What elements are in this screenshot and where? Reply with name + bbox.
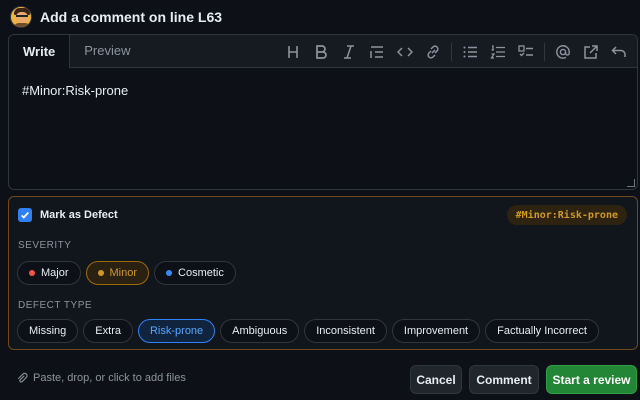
severity-chip-major[interactable]: Major [17, 261, 81, 285]
severity-chip-cosmetic[interactable]: Cosmetic [154, 261, 236, 285]
severity-chip-label: Cosmetic [178, 267, 224, 279]
heading-icon[interactable] [279, 38, 307, 66]
comment-button[interactable]: Comment [469, 365, 539, 394]
attach-files-text: Paste, drop, or click to add files [33, 372, 186, 384]
comment-textarea[interactable]: #Minor:Risk-prone [9, 69, 637, 189]
avatar [10, 6, 32, 28]
resize-handle[interactable] [627, 179, 635, 187]
type-chip-factually-incorrect[interactable]: Factually Incorrect [485, 319, 599, 343]
comment-title: Add a comment on line L63 [40, 9, 223, 25]
type-chip-ambiguous[interactable]: Ambiguous [220, 319, 300, 343]
cancel-button[interactable]: Cancel [410, 365, 462, 394]
type-chip-inconsistent[interactable]: Inconsistent [304, 319, 387, 343]
tab-write[interactable]: Write [9, 35, 71, 68]
toolbar-divider [544, 42, 545, 61]
type-chip-improvement[interactable]: Improvement [391, 319, 481, 343]
severity-chip-minor[interactable]: Minor [85, 261, 150, 285]
defect-type-label: DEFECT TYPE [18, 300, 93, 311]
mention-icon[interactable] [549, 38, 577, 66]
quote-icon[interactable] [363, 38, 391, 66]
paperclip-icon [17, 372, 28, 383]
defect-panel: Mark as Defect #Minor:Risk-prone SEVERIT… [8, 196, 638, 350]
editor-tabbar: Write Preview [9, 35, 637, 68]
italic-icon[interactable] [335, 38, 363, 66]
type-chip-risk-prone[interactable]: Risk-prone [137, 319, 216, 343]
cosmetic-dot-icon [166, 270, 173, 276]
severity-chip-label: Major [41, 267, 69, 279]
bold-icon[interactable] [307, 38, 335, 66]
severity-label: SEVERITY [18, 240, 72, 251]
type-chip-extra[interactable]: Extra [83, 319, 133, 343]
markdown-toolbar [279, 35, 633, 68]
attach-files-hint[interactable]: Paste, drop, or click to add files [16, 372, 186, 384]
severity-options: Major Minor Cosmetic [17, 261, 236, 285]
reference-icon[interactable] [577, 38, 605, 66]
tab-preview[interactable]: Preview [70, 35, 144, 67]
comment-editor: Write Preview #Minor:Risk-prone [8, 34, 638, 190]
severity-chip-label: Minor [109, 267, 138, 279]
defect-tag-badge: #Minor:Risk-prone [506, 205, 627, 225]
defect-type-options: Missing Extra Risk-prone Ambiguous Incon… [17, 319, 599, 343]
minor-dot-icon [97, 270, 104, 276]
mark-as-defect-row: Mark as Defect [18, 208, 118, 222]
numbered-list-icon[interactable] [484, 38, 512, 66]
toolbar-divider [451, 42, 452, 61]
undo-icon[interactable] [605, 38, 633, 66]
major-dot-icon [29, 270, 35, 276]
code-icon[interactable] [391, 38, 419, 66]
comment-header: Add a comment on line L63 [10, 6, 222, 28]
start-review-button[interactable]: Start a review [546, 365, 637, 394]
comment-text: #Minor:Risk-prone [22, 83, 129, 98]
checkmark-icon [21, 211, 29, 219]
link-icon[interactable] [419, 38, 447, 66]
mark-as-defect-label: Mark as Defect [40, 209, 118, 221]
type-chip-missing[interactable]: Missing [17, 319, 79, 343]
mark-as-defect-checkbox[interactable] [18, 208, 32, 222]
task-list-icon[interactable] [512, 38, 540, 66]
bulleted-list-icon[interactable] [456, 38, 484, 66]
